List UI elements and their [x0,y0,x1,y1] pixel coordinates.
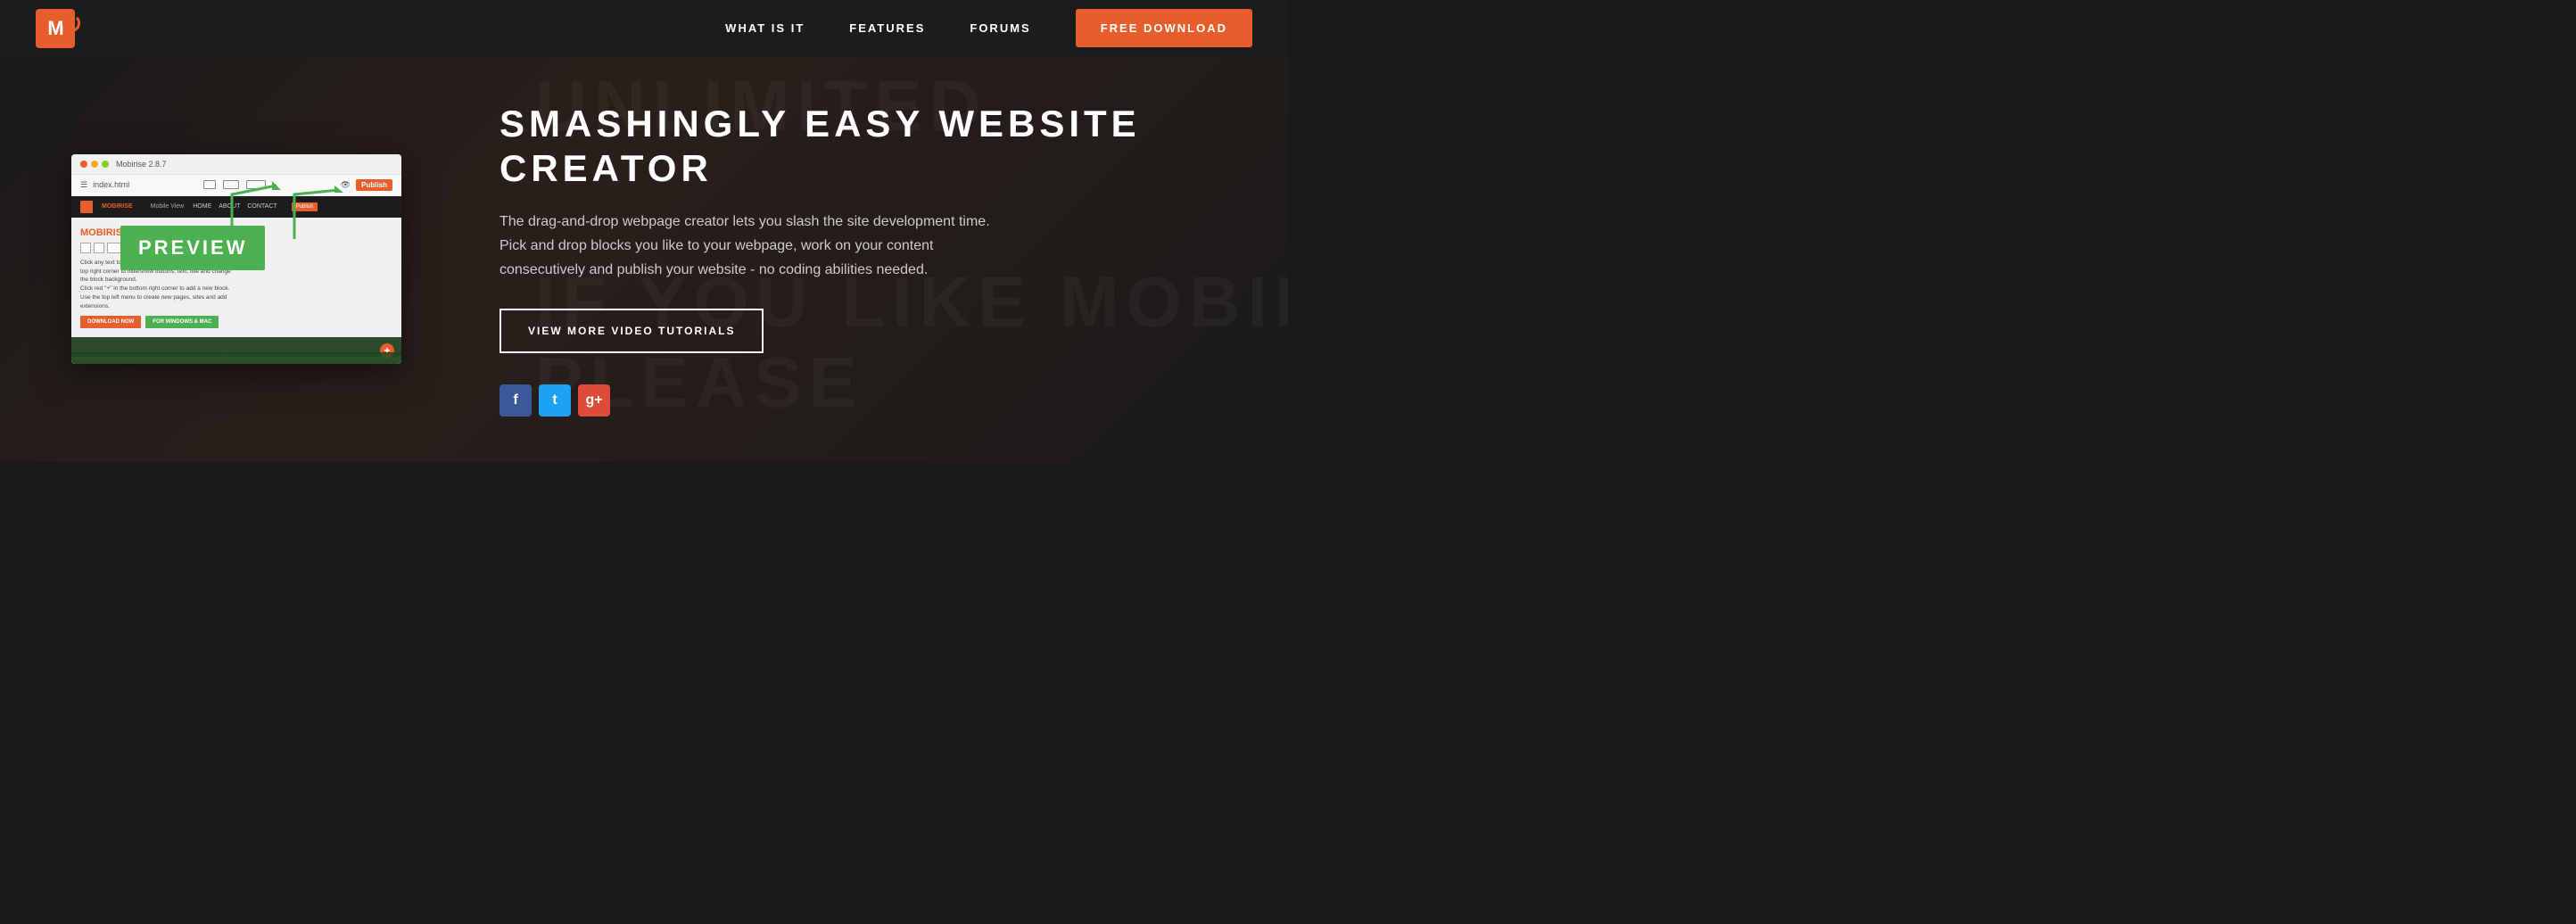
nav-forums[interactable]: FORUMS [970,21,1030,35]
logo-letter: M [47,17,62,40]
maximize-dot [102,161,109,168]
preview-badge: PREVIEW [120,226,265,270]
close-dot [80,161,87,168]
app-inner-logo [80,201,93,213]
publish-button[interactable]: Publish [356,179,392,191]
view-tutorials-button[interactable]: VIEW MORE VIDEO TUTORIALS [500,309,764,353]
googleplus-icon[interactable]: g+ [578,384,610,417]
social-icons-row: f t g+ [500,384,1234,417]
file-label: index.html [93,180,129,189]
titlebar-left: Mobirise 2.8.7 [80,160,167,169]
tablet-icon [223,180,239,189]
desktop-icon [246,180,266,189]
hero-description: The drag-and-drop webpage creator lets y… [500,210,1017,283]
mobile-icon [203,180,216,189]
twitter-icon[interactable]: t [539,384,571,417]
app-mockup-container: Mobirise 2.8.7 ☰ index.html 👁 Publish [71,154,428,365]
mobile-view-label: Mobile View [151,203,185,210]
hero-content: SMASHINGLY EASY WEBSITE CREATOR The drag… [428,66,1288,452]
download-now-button[interactable]: DOWNLOAD NOW [80,316,141,328]
nav-features[interactable]: FEATURES [849,21,925,35]
logo-icon: M [36,9,75,48]
nav-about: ABOUT [219,203,240,210]
app-publish-mock[interactable]: Publish [292,202,318,211]
facebook-icon[interactable]: f [500,384,532,417]
logo-area: M [36,9,75,48]
toolbar-right: 👁 Publish [341,179,392,191]
minimize-dot [91,161,98,168]
nav-contact: CONTACT [247,203,277,210]
hero-title: SMASHINGLY EASY WEBSITE CREATOR [500,102,1234,192]
free-download-button[interactable]: FREE DOWNLOAD [1076,9,1252,47]
titlebar-dots [80,161,109,168]
app-body: MOBIRISE Mobile View HOME ABOUT CONTACT … [71,196,401,365]
app-nav-links: HOME ABOUT CONTACT [193,203,277,210]
titlebar-text: Mobirise 2.8.7 [116,160,167,169]
main-nav: WHAT IS IT FEATURES FORUMS FREE DOWNLOAD [725,9,1252,47]
app-titlebar: Mobirise 2.8.7 [71,154,401,175]
app-brand: MOBIRISE [102,203,133,210]
app-inner-nav: MOBIRISE Mobile View HOME ABOUT CONTACT … [71,196,401,218]
nav-what-is-it[interactable]: WHAT IS IT [725,21,805,35]
hero-section: UNLIMITED IF YOU LIKE MOBIRISE, PLEASE M… [0,56,1288,462]
app-toolbar: ☰ index.html 👁 Publish [71,175,401,196]
toolbar-square-1 [80,243,91,253]
header: M WHAT IS IT FEATURES FORUMS FREE DOWNLO… [0,0,1288,56]
hamburger-icon: ☰ [80,180,87,190]
eye-icon: 👁 [341,180,351,190]
toolbar-left: ☰ index.html [80,180,129,190]
toolbar-square-2 [94,243,104,253]
for-windows-mac-button[interactable]: FOR WINDOWS & MAC [145,316,219,328]
toolbar-center [203,180,266,189]
app-bottom-section: + [71,337,401,364]
app-action-buttons: DOWNLOAD NOW FOR WINDOWS & MAC [80,316,392,328]
nav-home: HOME [193,203,211,210]
